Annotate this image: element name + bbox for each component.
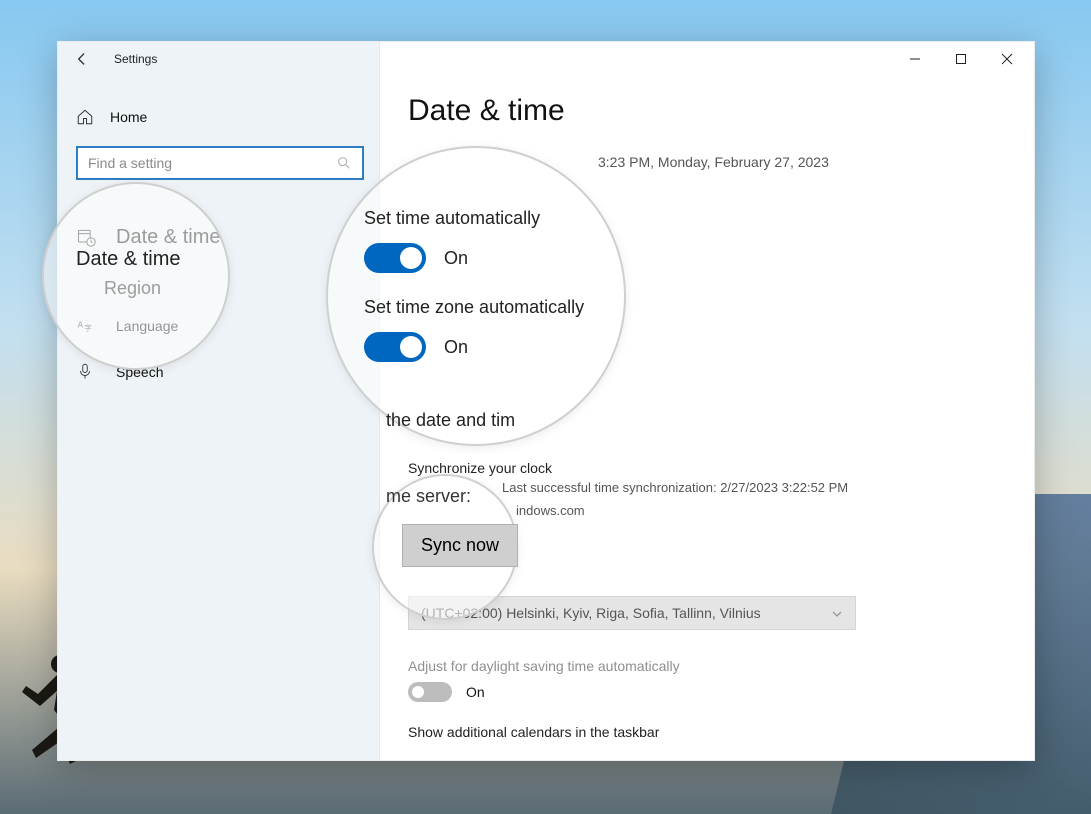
magnified-manual-label: the date and tim — [386, 410, 515, 431]
sidebar-item-speech[interactable]: Speech — [76, 349, 367, 395]
window-title: Settings — [114, 52, 157, 66]
page-title: Date & time — [408, 94, 1006, 128]
chevron-down-icon — [831, 607, 843, 619]
additional-calendars-label: Show additional calendars in the taskbar — [408, 724, 1006, 740]
search-input[interactable] — [88, 155, 336, 171]
magnified-set-tz-auto-label: Set time zone automatically — [364, 297, 624, 318]
magnified-server-label: me server: — [386, 486, 471, 507]
sidebar-home-label: Home — [110, 109, 147, 125]
sidebar-item-label: Speech — [116, 364, 163, 380]
titlebar-left: Settings — [58, 42, 379, 76]
dst-label: Adjust for daylight saving time automati… — [408, 658, 1006, 674]
svg-text:字: 字 — [84, 322, 92, 332]
sidebar-home[interactable]: Home — [76, 94, 367, 140]
timezone-dropdown[interactable]: (UTC+02:00) Helsinki, Kyiv, Riga, Sofia,… — [408, 596, 856, 630]
close-button[interactable] — [986, 44, 1028, 74]
dst-toggle-state: On — [466, 684, 485, 700]
settings-window: Settings Home Date & ti — [57, 41, 1035, 761]
minimize-button[interactable] — [894, 44, 936, 74]
dst-toggle-row: On — [408, 682, 1006, 702]
dst-toggle[interactable] — [408, 682, 452, 702]
main-pane: Date & time Current date and time 3:23 P… — [380, 42, 1034, 760]
home-icon — [76, 108, 94, 126]
magnified-date-time-label: Date & time — [76, 248, 180, 271]
sync-now-button[interactable]: Sync now — [402, 524, 518, 567]
language-icon: A字 — [76, 316, 96, 336]
magnified-set-tz-auto-state: On — [444, 337, 468, 358]
sync-last: Last successful time synchronization: 2/… — [502, 480, 1006, 495]
magnified-set-tz-auto-toggle[interactable] — [364, 332, 426, 362]
timezone-value: (UTC+02:00) Helsinki, Kyiv, Riga, Sofia,… — [421, 605, 761, 621]
magnified-toggle-block: Set time automatically On Set time zone … — [364, 208, 624, 362]
magnified-set-time-auto-label: Set time automatically — [364, 208, 624, 229]
sidebar-item-label: Language — [116, 318, 178, 334]
svg-text:A: A — [78, 320, 84, 329]
sidebar-item-label: Region — [104, 278, 161, 298]
sync-heading: Synchronize your clock — [408, 460, 1006, 476]
microphone-icon — [76, 362, 96, 382]
search-box[interactable] — [76, 146, 364, 180]
magnified-set-time-auto-state: On — [444, 248, 468, 269]
back-button[interactable] — [72, 49, 92, 69]
search-icon — [336, 155, 352, 171]
current-date-value: 3:23 PM, Monday, February 27, 2023 — [598, 154, 1006, 170]
calendar-clock-icon — [76, 227, 96, 247]
sidebar: Settings Home Date & ti — [58, 42, 380, 760]
maximize-button[interactable] — [940, 44, 982, 74]
titlebar-right — [380, 42, 1034, 76]
sidebar-item-language[interactable]: A字 Language — [76, 303, 367, 349]
sync-server-partial: indows.com — [516, 503, 1006, 518]
magnified-set-time-auto-toggle[interactable] — [364, 243, 426, 273]
sidebar-item-label: Date & time — [116, 226, 220, 249]
